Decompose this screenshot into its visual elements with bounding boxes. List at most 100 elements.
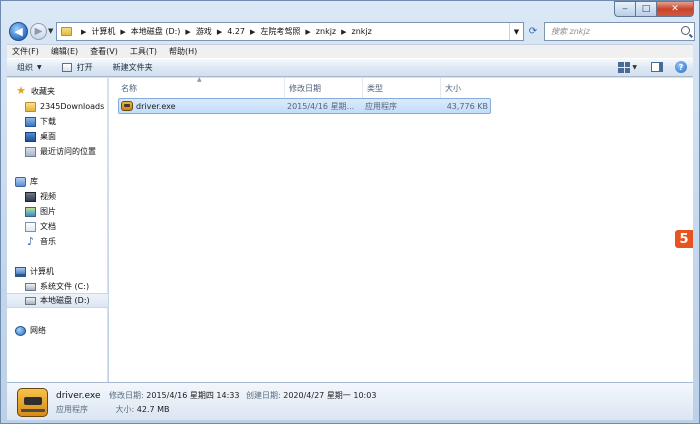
sidebar-favorites[interactable]: ★ 收藏夹 — [15, 84, 116, 99]
car-app-thumbnail-icon — [17, 388, 48, 417]
sidebar-computer[interactable]: 计算机 — [15, 264, 116, 279]
star-icon: ★ — [16, 84, 26, 97]
sidebar-item-label: 音乐 — [40, 237, 56, 246]
open-icon — [61, 63, 72, 72]
sidebar-item-downloads[interactable]: 下载 — [7, 114, 108, 129]
search-icon[interactable] — [681, 26, 690, 35]
open-button[interactable]: 打开 — [52, 62, 103, 73]
organize-label: 组织 — [17, 63, 33, 72]
new-folder-label: 新建文件夹 — [112, 63, 153, 72]
minimize-button[interactable]: ‒ — [614, 1, 635, 17]
file-size: 43,776 KB — [446, 101, 488, 111]
menu-help[interactable]: 帮助(H) — [169, 46, 197, 57]
navigation-row: ◀ ▶ ▼ ▶ 计算机 ▶ 本地磁盘 (D:) ▶ 游戏 ▶ 4.27 ▶ 左院… — [7, 21, 695, 43]
sidebar-item-music[interactable]: ♪ 音乐 — [7, 234, 108, 249]
details-pane: driver.exe 修改日期: 2015/4/16 星期四 14:33 创建日… — [7, 382, 693, 420]
sidebar-favorites-label: 收藏夹 — [31, 87, 55, 96]
organize-button[interactable]: 组织 ▼ — [7, 62, 52, 73]
ime-indicator-badge[interactable]: 5 — [675, 230, 693, 248]
breadcrumb-4-27[interactable]: 4.27 — [227, 27, 245, 36]
menu-tools[interactable]: 工具(T) — [130, 46, 157, 57]
drive-icon — [25, 296, 36, 305]
help-icon[interactable]: ? — [675, 61, 687, 73]
menu-bar: 文件(F) 编辑(E) 查看(V) 工具(T) 帮助(H) — [7, 44, 693, 58]
maximize-button[interactable]: □ — [635, 1, 656, 17]
breadcrumb-arrow-icon[interactable]: ▶ — [250, 28, 255, 36]
details-modified-label: 修改日期: — [109, 391, 144, 400]
breadcrumb-arrow-icon[interactable]: ▶ — [81, 28, 86, 36]
recent-pages-chevron-down-icon[interactable]: ▼ — [48, 27, 53, 35]
network-icon — [15, 325, 26, 336]
sidebar-network-label: 网络 — [30, 326, 46, 335]
document-library-icon — [25, 221, 36, 232]
breadcrumb-driving-test[interactable]: 左院考驾照 — [260, 26, 300, 37]
sidebar-computer-label: 计算机 — [30, 267, 54, 276]
sidebar-item-label: 最近访问的位置 — [40, 147, 96, 156]
details-type: 应用程序 — [56, 405, 88, 414]
sidebar-item-pictures[interactable]: 图片 — [7, 204, 108, 219]
sidebar-item-desktop[interactable]: 桌面 — [7, 129, 108, 144]
file-type: 应用程序 — [365, 101, 397, 111]
details-line-2: 应用程序 大小: 42.7 MB — [56, 404, 174, 415]
sidebar-item-label: 本地磁盘 (D:) — [40, 296, 90, 305]
sidebar-item-recent-places[interactable]: 最近访问的位置 — [7, 144, 108, 159]
sidebar-item-label: 视频 — [40, 192, 56, 201]
recent-places-icon — [25, 146, 36, 157]
open-label: 打开 — [76, 63, 93, 72]
breadcrumb-arrow-icon[interactable]: ▶ — [217, 28, 222, 36]
view-controls: ▼ ? — [618, 61, 687, 73]
address-bar[interactable]: ▶ 计算机 ▶ 本地磁盘 (D:) ▶ 游戏 ▶ 4.27 ▶ 左院考驾照 ▶ … — [56, 22, 524, 41]
menu-file[interactable]: 文件(F) — [12, 46, 39, 57]
search-input[interactable]: 搜索 znkjz — [544, 22, 695, 41]
sidebar-item-label: 下载 — [40, 117, 56, 126]
view-options-chevron-down-icon[interactable]: ▼ — [632, 64, 637, 71]
column-header: 名称 修改日期 类型 大小 — [109, 78, 505, 98]
change-view-icon[interactable] — [618, 61, 631, 73]
breadcrumb-znkjz-2[interactable]: znkjz — [352, 27, 372, 36]
sidebar-libraries[interactable]: 库 — [15, 174, 116, 189]
video-library-icon — [25, 191, 36, 202]
details-created: 2020/4/27 星期一 10:03 — [283, 391, 377, 400]
sidebar-item-videos[interactable]: 视频 — [7, 189, 108, 204]
sidebar-item-label: 文档 — [40, 222, 56, 231]
library-icon — [15, 176, 26, 187]
breadcrumb-arrow-icon[interactable]: ▶ — [341, 28, 346, 36]
picture-library-icon — [25, 206, 36, 217]
sidebar-item-drive-c[interactable]: 系统文件 (C:) — [7, 279, 108, 294]
sidebar-network[interactable]: 网络 — [15, 323, 116, 338]
navigation-pane: ★ 收藏夹 2345Downloads 下载 桌面 最近访问的位置 库 视频 图… — [7, 78, 108, 382]
file-list: 名称 修改日期 类型 大小 ▲ driver.exe 2015/4/16 星期.… — [109, 76, 693, 382]
breadcrumb-computer[interactable]: 计算机 — [91, 26, 115, 37]
breadcrumb-games[interactable]: 游戏 — [196, 26, 212, 37]
sidebar-item-label: 2345Downloads — [40, 102, 105, 111]
new-folder-button[interactable]: 新建文件夹 — [103, 62, 163, 73]
details-line-1: driver.exe 修改日期: 2015/4/16 星期四 14:33 创建日… — [56, 390, 380, 401]
breadcrumb-arrow-icon[interactable]: ▶ — [185, 28, 190, 36]
sort-indicator-icon: ▲ — [197, 76, 202, 83]
breadcrumb-arrow-icon[interactable]: ▶ — [120, 28, 125, 36]
back-button[interactable]: ◀ — [9, 22, 28, 41]
preview-pane-icon[interactable] — [651, 62, 663, 72]
sidebar-item-label: 图片 — [40, 207, 56, 216]
command-bar: 组织 ▼ 打开 新建文件夹 ▼ ? — [7, 58, 693, 77]
music-note-icon: ♪ — [26, 234, 35, 248]
column-modified[interactable]: 修改日期 — [285, 78, 363, 98]
breadcrumb-drive-d[interactable]: 本地磁盘 (D:) — [131, 26, 181, 37]
drive-icon — [25, 282, 36, 291]
refresh-icon[interactable]: ⟳ — [526, 22, 540, 41]
sidebar-item-label: 桌面 — [40, 132, 56, 141]
sidebar-item-2345downloads[interactable]: 2345Downloads — [7, 99, 108, 114]
forward-button[interactable]: ▶ — [30, 23, 47, 40]
address-history-chevron-down-icon[interactable]: ▼ — [509, 23, 523, 40]
breadcrumb-znkjz-1[interactable]: znkjz — [316, 27, 336, 36]
sidebar-item-drive-d[interactable]: 本地磁盘 (D:) — [7, 293, 108, 308]
file-row[interactable]: driver.exe 2015/4/16 星期... 应用程序 43,776 K… — [118, 98, 491, 114]
menu-view[interactable]: 查看(V) — [90, 46, 118, 57]
breadcrumb-arrow-icon[interactable]: ▶ — [305, 28, 310, 36]
column-type[interactable]: 类型 — [363, 78, 441, 98]
close-button[interactable]: ✕ — [656, 1, 694, 17]
sidebar-item-label: 系统文件 (C:) — [40, 282, 90, 291]
menu-edit[interactable]: 编辑(E) — [51, 46, 78, 57]
sidebar-item-documents[interactable]: 文档 — [7, 219, 108, 234]
column-size[interactable]: 大小 — [441, 78, 505, 98]
